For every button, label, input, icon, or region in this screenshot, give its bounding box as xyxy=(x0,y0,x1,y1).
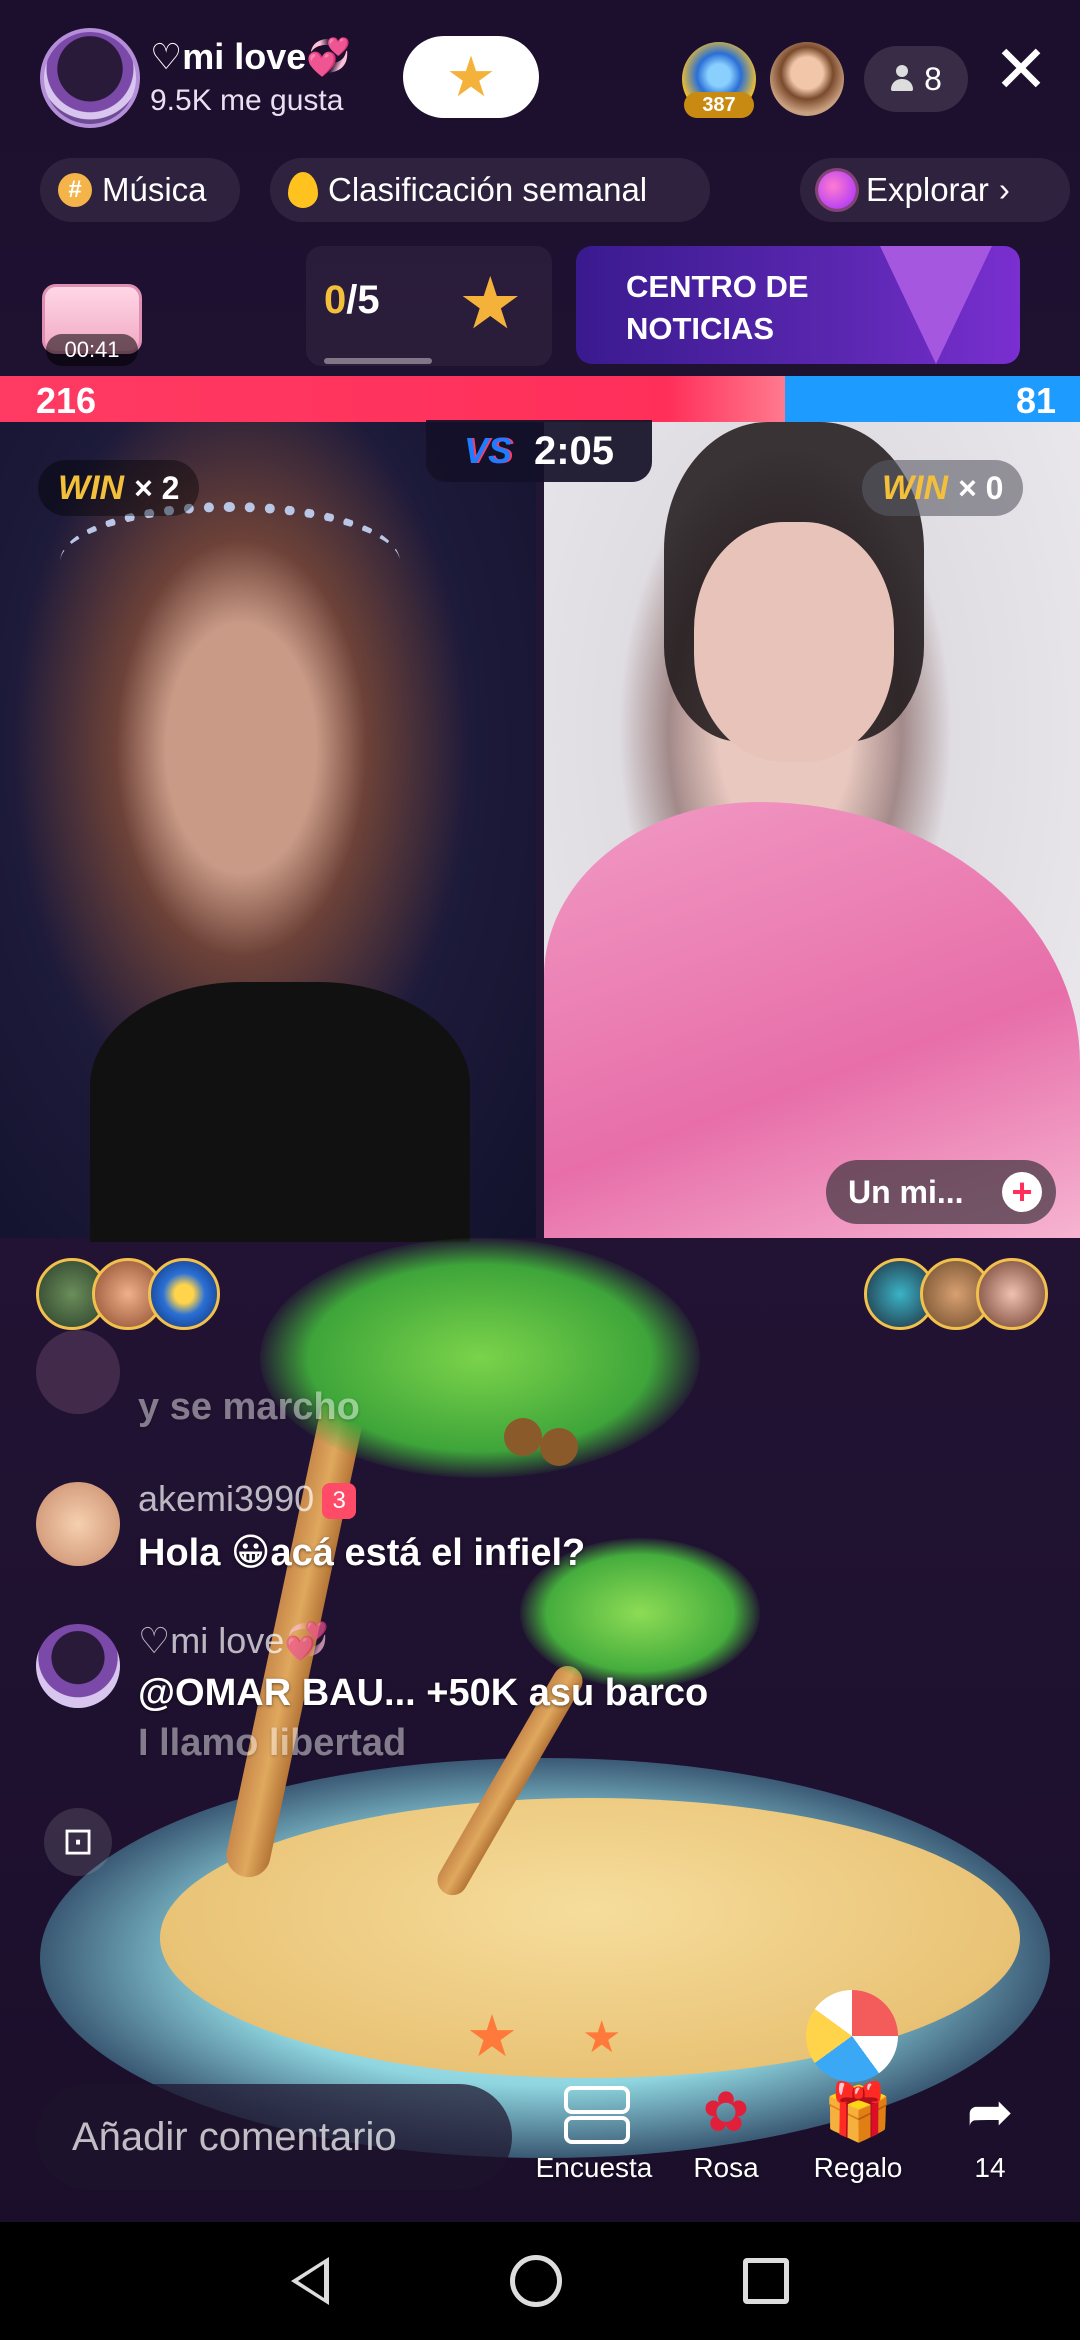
gift-label: Regalo xyxy=(813,2152,903,2183)
coconut xyxy=(540,1428,578,1466)
chat-username[interactable]: ♡mi love💞 xyxy=(138,1620,329,1662)
chat-text: y se marcho xyxy=(138,1386,360,1428)
level-badge: 3 xyxy=(322,1483,357,1520)
poll-button[interactable]: Encuesta xyxy=(534,2080,654,2184)
viewer-count: 8 xyxy=(924,60,942,97)
chat-avatar[interactable] xyxy=(36,1330,120,1414)
rose-label: Rosa xyxy=(693,2152,759,2183)
rose-button[interactable]: ✿ Rosa xyxy=(666,2080,786,2184)
music-chip[interactable]: # Música xyxy=(40,158,240,222)
score-bar-left-fill xyxy=(0,376,786,422)
chat-avatar[interactable] xyxy=(36,1624,120,1708)
bottom-bar: Encuesta ✿ Rosa 🎁 Regalo ➦ 14 xyxy=(0,2050,1080,2220)
poll-label: Encuesta xyxy=(535,2152,653,2183)
chat-text: @OMAR BAU... +50K asu barco xyxy=(138,1672,709,1714)
chest-timer: 00:41 xyxy=(46,334,138,366)
planet-icon xyxy=(818,171,856,209)
palm-fronds xyxy=(260,1238,700,1478)
music-label: Música xyxy=(102,171,207,208)
weekly-ranking-chip[interactable]: Clasificación semanal xyxy=(270,158,710,222)
score-left: 216 xyxy=(36,380,97,421)
left-host-video[interactable] xyxy=(0,422,536,1242)
right-host-video[interactable] xyxy=(544,422,1080,1238)
weekly-ranking-label: Clasificación semanal xyxy=(328,171,648,208)
win-label: WIN xyxy=(882,468,949,507)
news-line-2: NOTICIAS xyxy=(626,311,775,346)
chat-avatar[interactable] xyxy=(36,1482,120,1566)
home-icon[interactable] xyxy=(509,2255,562,2307)
tasks-progress: 0/5 xyxy=(324,278,380,323)
score-right: 81 xyxy=(1015,380,1056,421)
gift-box-icon[interactable]: ⊡ xyxy=(44,1808,112,1876)
share-arrow-icon: ➦ xyxy=(966,2080,1014,2143)
host-name[interactable]: ♡mi love💞 xyxy=(150,36,351,78)
chat-text-2: I llamo libertad xyxy=(138,1722,407,1764)
back-icon[interactable] xyxy=(290,2257,329,2305)
opponent-name: Un mi... xyxy=(848,1173,964,1210)
headband xyxy=(60,502,400,602)
tasks-bar xyxy=(324,358,432,364)
star-icon: ★ xyxy=(458,264,523,344)
tasks-done: 0 xyxy=(324,278,347,322)
left-supporter-avatar[interactable] xyxy=(148,1258,220,1330)
win-count-left: × 2 xyxy=(134,469,180,506)
right-supporter-avatar[interactable] xyxy=(976,1258,1048,1330)
explore-label: Explorar xyxy=(866,171,989,208)
host-likes: 9.5K me gusta xyxy=(150,84,344,117)
plus-icon[interactable]: + xyxy=(1002,1172,1042,1212)
chevron-right-icon: › xyxy=(998,171,1010,208)
viewer-rank-badge: 387 xyxy=(684,92,754,118)
person-icon xyxy=(890,65,914,93)
win-label: WIN xyxy=(58,468,125,507)
news-center-banner[interactable]: CENTRO DE NOTICIAS xyxy=(576,246,1020,364)
top-viewer-avatar-2[interactable] xyxy=(770,42,844,116)
opponent-name-chip[interactable]: Un mi... + xyxy=(826,1160,1056,1224)
star-icon: ★ xyxy=(445,45,497,108)
news-title: CENTRO DE NOTICIAS xyxy=(626,266,826,350)
treasure-chest[interactable]: 00:41 xyxy=(36,270,146,366)
share-count: 14 xyxy=(974,2152,1006,2183)
news-line-1: CENTRO DE xyxy=(626,269,809,304)
close-icon[interactable]: ✕ xyxy=(990,36,1052,102)
chat-text: Hola 😀acá está el infiel? xyxy=(138,1532,586,1574)
vs-icon: VS xyxy=(463,430,512,471)
recent-apps-icon[interactable] xyxy=(743,2258,790,2304)
live-battle-screen: ♡mi love💞 9.5K me gusta ★ 387 8 ✕ # Músi… xyxy=(0,0,1080,2340)
system-navigation-bar xyxy=(0,2222,1080,2340)
host-face xyxy=(694,522,894,762)
explore-chip[interactable]: Explorar › xyxy=(800,158,1070,222)
ice-cream-icon xyxy=(880,246,992,364)
viewer-count-button[interactable]: 8 xyxy=(864,46,968,112)
win-count-right: × 0 xyxy=(958,469,1004,506)
gift-button[interactable]: 🎁 Regalo xyxy=(798,2080,918,2184)
share-button[interactable]: ➦ 14 xyxy=(930,2080,1050,2184)
tasks-total: /5 xyxy=(346,278,380,322)
follow-star-button[interactable]: ★ xyxy=(403,36,539,118)
coconut xyxy=(504,1418,542,1456)
chat-username[interactable]: akemi3990 3 xyxy=(138,1478,357,1520)
chat-username-text: akemi3990 xyxy=(138,1478,315,1519)
hashtag-icon: # xyxy=(58,173,92,207)
battle-timer: VS 2:05 xyxy=(426,420,652,482)
win-streak-left: WIN × 2 xyxy=(38,460,200,516)
battle-time: 2:05 xyxy=(533,428,615,473)
comment-input[interactable] xyxy=(36,2084,512,2190)
host-avatar[interactable] xyxy=(40,28,140,128)
poll-icon xyxy=(534,2080,654,2144)
host-body xyxy=(90,982,470,1242)
rose-icon: ✿ xyxy=(702,2080,750,2143)
video-divider xyxy=(536,422,544,1238)
flame-icon xyxy=(288,172,318,208)
win-streak-right: WIN × 0 xyxy=(862,460,1024,516)
battle-score-bar: 216 81 xyxy=(0,376,1080,422)
gift-icon: 🎁 xyxy=(823,2080,893,2143)
header: ♡mi love💞 9.5K me gusta ★ 387 8 ✕ # Músi… xyxy=(0,0,1080,250)
